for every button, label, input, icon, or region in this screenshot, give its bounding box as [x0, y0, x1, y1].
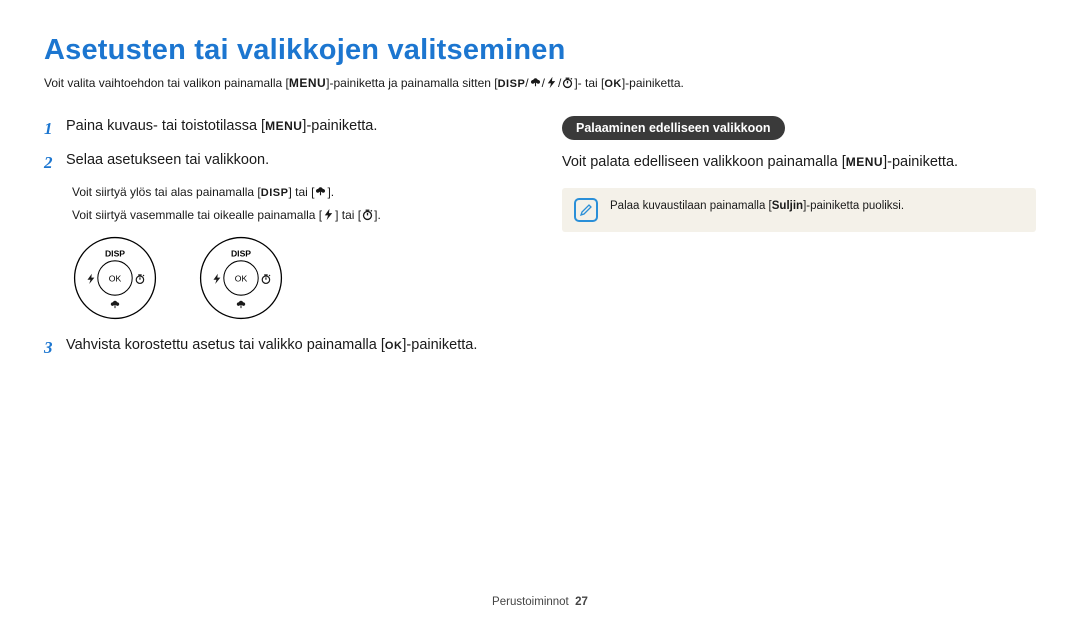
n1a: Voit siirtyä ylös tai alas painamalla [: [72, 185, 261, 199]
flash-icon: [545, 76, 558, 94]
dial-icon: DISP OK: [72, 235, 158, 321]
suljin-label: Suljin: [772, 200, 803, 212]
disp-icon: DISP: [261, 187, 289, 199]
step-1: 1 Paina kuvaus- tai toistotilassa [MENU]…: [44, 116, 534, 142]
intro-a: Voit valita vaihtoehdon tai valikon pain…: [44, 76, 289, 90]
menu-icon: MENU: [289, 76, 326, 90]
dial-disp-label: DISP: [105, 248, 125, 258]
step-number: 3: [44, 335, 58, 361]
ok-icon: OK: [604, 78, 622, 90]
svg-text:DISP: DISP: [231, 248, 251, 258]
s3a: Vahvista korostettu asetus tai valikko p…: [66, 337, 385, 353]
footer-page-number: 27: [575, 596, 588, 608]
n2c: ].: [374, 208, 381, 222]
step-number: 2: [44, 150, 58, 176]
menu-icon: MENU: [846, 155, 883, 169]
step-3: 3 Vahvista korostettu asetus tai valikko…: [44, 335, 534, 361]
callout-text: Palaa kuvaustilaan painamalla [Suljin]-p…: [610, 198, 904, 214]
flower-icon: [314, 185, 327, 204]
intro-b: ]-painiketta ja painamalla sitten [: [326, 76, 497, 90]
intro-text: Voit valita vaihtoehdon tai valikon pain…: [44, 75, 1036, 94]
svg-text:OK: OK: [235, 273, 248, 283]
flash-icon: [322, 208, 335, 227]
step-1-text: Paina kuvaus- tai toistotilassa [MENU]-p…: [66, 116, 377, 142]
cb: ]-painiketta puoliksi.: [803, 200, 904, 212]
note-icon: [574, 198, 598, 222]
dial-icon: DISP OK: [198, 235, 284, 321]
ok-icon: OK: [385, 340, 403, 352]
step-number: 1: [44, 116, 58, 142]
dial-ok-label: OK: [109, 273, 122, 283]
step-3-text: Vahvista korostettu asetus tai valikko p…: [66, 335, 477, 361]
rta: Voit palata edelliseen valikkoon painama…: [562, 154, 846, 170]
n1b: ] tai [: [288, 185, 314, 199]
page-title: Asetusten tai valikkojen valitseminen: [44, 34, 1036, 67]
flower-icon: [529, 76, 542, 94]
menu-icon: MENU: [265, 119, 302, 133]
s1a: Paina kuvaus- tai toistotilassa [: [66, 118, 265, 134]
step-2: 2 Selaa asetukseen tai valikkoon.: [44, 150, 534, 176]
timer-icon: [561, 76, 574, 94]
page-footer: Perustoiminnot 27: [0, 596, 1080, 608]
intro-d: ]-painiketta.: [622, 76, 684, 90]
dial-illustrations: DISP OK DISP OK: [72, 235, 534, 321]
step-2-note-1: Voit siirtyä ylös tai alas painamalla [D…: [72, 183, 534, 204]
s3b: ]-painiketta.: [402, 337, 477, 353]
footer-section: Perustoiminnot: [492, 596, 569, 608]
section-pill: Palaaminen edelliseen valikkoon: [562, 116, 785, 140]
left-column: 1 Paina kuvaus- tai toistotilassa [MENU]…: [44, 116, 534, 368]
n2b: ] tai [: [335, 208, 361, 222]
step-2-text: Selaa asetukseen tai valikkoon.: [66, 150, 269, 176]
timer-icon: [361, 208, 374, 227]
disp-icon: DISP: [498, 78, 526, 90]
intro-c: ]- tai [: [574, 76, 604, 90]
right-column: Palaaminen edelliseen valikkoon Voit pal…: [562, 116, 1036, 368]
ca: Palaa kuvaustilaan painamalla [: [610, 200, 772, 212]
step-2-note-2: Voit siirtyä vasemmalle tai oikealle pai…: [72, 206, 534, 227]
right-text: Voit palata edelliseen valikkoon painama…: [562, 152, 1036, 174]
n1c: ].: [327, 185, 334, 199]
s1b: ]-painiketta.: [302, 118, 377, 134]
n2a: Voit siirtyä vasemmalle tai oikealle pai…: [72, 208, 322, 222]
note-callout: Palaa kuvaustilaan painamalla [Suljin]-p…: [562, 188, 1036, 232]
rtb: ]-painiketta.: [883, 154, 958, 170]
